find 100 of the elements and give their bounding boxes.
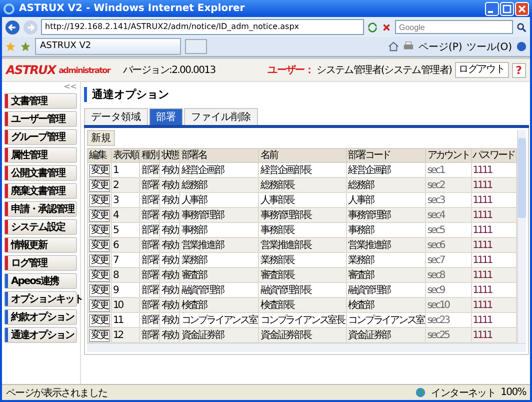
table-cell: 総務部長 — [260, 180, 294, 190]
edit-button[interactable]: 変更 — [89, 268, 110, 282]
edit-button[interactable]: 変更 — [89, 314, 110, 326]
sidebar-item[interactable]: 情報更新 — [4, 237, 77, 253]
table-cell: 1111 — [472, 330, 492, 340]
table-cell: 人事部長 — [260, 194, 294, 206]
table-cell: 有効 — [161, 300, 178, 310]
tools-menu[interactable]: ツール(O) — [466, 40, 512, 54]
table-cell: 1111 — [472, 254, 492, 266]
table-cell: 1111 — [472, 284, 492, 296]
sidebar-label[interactable]: システム設定 — [11, 220, 65, 234]
sidebar-label[interactable]: Apeos連携 — [11, 274, 59, 288]
edit-button[interactable]: 変更 — [89, 164, 110, 176]
sidebar-label[interactable]: ユーザー管理 — [11, 112, 65, 126]
table-cell: 総務部 — [181, 180, 206, 190]
column-header: 状態 — [160, 148, 180, 162]
table-cell: 経営企画部 — [181, 164, 224, 176]
page-menu[interactable]: ページ(P) — [418, 40, 462, 54]
address-field[interactable]: http://192.168.2.141/ASTRUX2/adm/notice/ID_adm_notice.aspx — [41, 19, 364, 35]
table-cell: 9 — [112, 284, 118, 296]
edit-button[interactable]: 変更 — [89, 328, 110, 342]
edit-button[interactable]: 変更 — [89, 298, 110, 312]
star-icon[interactable] — [5, 41, 16, 52]
sidebar-label[interactable]: 情報更新 — [11, 238, 47, 252]
sidebar-item[interactable]: システム設定 — [4, 219, 77, 235]
sidebar-label[interactable]: オプションキット — [11, 292, 83, 306]
collapse-button[interactable]: << — [64, 82, 77, 91]
sidebar-label[interactable]: 約款オプション — [11, 310, 74, 324]
sidebar-item[interactable]: 申請・承認管理 — [4, 201, 77, 217]
table-cell: 部署 — [141, 240, 158, 250]
status-message: ページが表示されました — [6, 386, 108, 400]
table-cell: 有効 — [161, 194, 178, 206]
search-icon[interactable] — [516, 22, 527, 32]
tab[interactable]: ファイル削除 — [184, 108, 258, 125]
home-icon[interactable] — [388, 41, 400, 52]
tab[interactable]: 部署 — [149, 108, 183, 125]
stop-icon[interactable] — [381, 22, 392, 32]
sidebar-item[interactable]: 公開文書管理 — [4, 165, 77, 181]
table-cell: 資金証券部 — [181, 330, 224, 340]
table-cell: 有効 — [161, 224, 178, 236]
table-cell: sec3 — [427, 194, 444, 206]
column-header: 種別 — [140, 148, 160, 162]
search-field[interactable]: Google — [395, 20, 513, 34]
table-cell: 有効 — [161, 270, 178, 280]
sidebar-item[interactable]: 通達オプション — [4, 327, 77, 343]
table-cell: 4 — [112, 210, 118, 220]
sidebar-item[interactable]: 属性管理 — [4, 147, 77, 163]
edit-button[interactable]: 変更 — [89, 178, 110, 192]
table-cell: sec4 — [427, 210, 444, 220]
sidebar-label[interactable]: 属性管理 — [11, 148, 47, 162]
print-icon[interactable] — [403, 41, 414, 52]
table-cell: sec2 — [427, 180, 444, 190]
help-button[interactable]: ? — [512, 62, 526, 78]
edit-button[interactable]: 変更 — [89, 238, 110, 252]
logout-button[interactable]: ログアウト — [454, 62, 509, 78]
sidebar-item[interactable]: Apeos連携 — [4, 273, 77, 289]
table-cell: 部署 — [141, 164, 158, 176]
table-cell: 業務部 — [348, 254, 374, 266]
table-cell: 検査部長 — [260, 300, 294, 310]
sidebar-label[interactable]: ログ管理 — [11, 256, 47, 270]
table-cell: 部署 — [141, 194, 158, 206]
tab[interactable]: データ領域 — [84, 108, 148, 125]
minimize-icon[interactable] — [485, 2, 499, 16]
horizontal-scrollbar[interactable] — [87, 343, 526, 352]
refresh-icon[interactable] — [367, 22, 378, 32]
edit-button[interactable]: 変更 — [89, 284, 110, 296]
edit-button[interactable]: 変更 — [89, 254, 110, 266]
table-cell: 人事部 — [348, 194, 374, 206]
edit-button[interactable]: 変更 — [89, 208, 110, 222]
table-cell: 営業推進部 — [181, 240, 224, 250]
sidebar-item[interactable]: 約款オプション — [4, 309, 77, 325]
sidebar-item[interactable]: 文書管理 — [4, 93, 77, 109]
table-cell: コンプライアンス室 — [348, 314, 424, 326]
sidebar-label[interactable]: 通達オプション — [11, 328, 74, 342]
maximize-icon[interactable] — [500, 2, 514, 16]
sidebar-item[interactable]: 廃棄文書管理 — [4, 183, 77, 199]
close-icon[interactable] — [515, 2, 529, 16]
browser-tab[interactable]: ASTRUX V2 — [35, 38, 181, 55]
sidebar-label[interactable]: 申請・承認管理 — [11, 202, 74, 216]
vertical-scrollbar[interactable] — [517, 130, 526, 343]
sidebar-label[interactable]: グループ管理 — [11, 130, 65, 144]
table-cell: sec7 — [427, 254, 444, 266]
sidebar-label[interactable]: 廃棄文書管理 — [11, 184, 65, 198]
sidebar-item[interactable]: ユーザー管理 — [4, 111, 77, 127]
logo: ASTRUX — [6, 63, 56, 77]
sidebar-label[interactable]: 公開文書管理 — [11, 166, 65, 180]
column-header: アカウント — [426, 148, 472, 162]
add-favorite-icon[interactable] — [20, 41, 31, 52]
edit-button[interactable]: 変更 — [89, 194, 110, 206]
table-cell: 1111 — [472, 180, 492, 190]
sidebar-item[interactable]: ログ管理 — [4, 255, 77, 271]
table-cell: 部署 — [141, 270, 158, 280]
back-icon[interactable] — [5, 20, 20, 34]
table-cell: sec23 — [427, 314, 449, 326]
zoom-level[interactable]: 100% — [500, 387, 526, 398]
column-header: 名前 — [258, 148, 347, 162]
new-button[interactable]: 新規 — [87, 130, 115, 146]
sidebar-label[interactable]: 文書管理 — [11, 94, 47, 108]
edit-button[interactable]: 変更 — [89, 224, 110, 236]
sidebar-item[interactable]: グループ管理 — [4, 129, 77, 145]
